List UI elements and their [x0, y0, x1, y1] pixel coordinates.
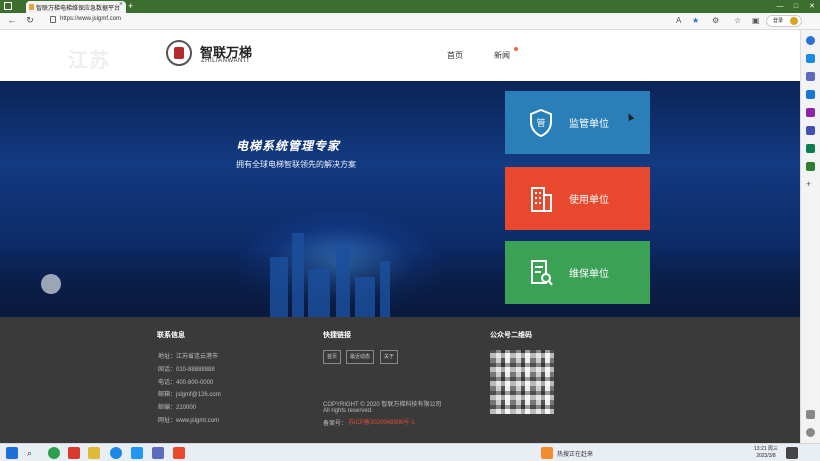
games-icon[interactable]: [806, 108, 815, 117]
add-icon[interactable]: +: [806, 180, 815, 189]
contact-address: 地址：江苏省连云港市: [158, 354, 219, 360]
contact-phone: 电话：400-800-0000: [158, 380, 214, 386]
app-icon[interactable]: [152, 447, 164, 459]
document-search-icon: [529, 259, 553, 287]
shopping-icon[interactable]: [806, 72, 815, 81]
new-tab-button[interactable]: +: [128, 1, 133, 11]
supervise-unit-button[interactable]: 管 监管单位: [505, 91, 650, 154]
contact-title: 联系信息: [157, 332, 185, 339]
building: [270, 257, 288, 317]
avatar: [790, 17, 798, 25]
web-page: 江苏 智联万梯 ZHILIANWANTI 首页 新闻 电梯系统管理专家 拥有全球…: [0, 30, 800, 443]
clock-time: 13:21 周三: [754, 446, 778, 452]
notification-icon[interactable]: [786, 447, 798, 459]
icp-link[interactable]: 苏ICP备2020048906号-1: [348, 417, 415, 426]
discover-icon[interactable]: [806, 54, 815, 63]
tab-title: 智联万梯电梯维保应急数据平台: [36, 5, 121, 12]
rights-text: All rights reserved.: [323, 408, 373, 414]
search-icon[interactable]: [806, 36, 815, 45]
os-taskbar: ⌕ 热搜正在赶来 13:21 周三 2023/3/8: [0, 443, 820, 461]
app-icon[interactable]: [48, 447, 60, 459]
lock-icon[interactable]: [50, 16, 56, 23]
extensions-icon[interactable]: ⚙: [712, 16, 719, 25]
app-icon[interactable]: [131, 447, 143, 459]
browser-tab[interactable]: 智联万梯电梯维保应急数据平台 ×: [26, 1, 126, 13]
address-toolbar: ← ↻ https://www.jslgmf.com A ★ ⚙ ☆ ▣ 登录: [0, 13, 820, 30]
logo-subtext: ZHILIANWANTI: [201, 58, 250, 64]
gear-icon[interactable]: [806, 428, 815, 437]
window-controls: — □ ✕: [772, 0, 820, 13]
close-window-button[interactable]: ✕: [804, 0, 820, 13]
collections-icon[interactable]: ▣: [752, 16, 760, 25]
start-icon[interactable]: [6, 447, 18, 459]
footer-link-news[interactable]: 最近动态: [346, 350, 375, 364]
weather-text[interactable]: 热搜正在赶来: [557, 449, 593, 458]
floating-orb: [41, 274, 61, 294]
footer-link-home[interactable]: 首页: [323, 350, 342, 364]
maximize-button[interactable]: □: [788, 0, 804, 13]
contact-email: 邮箱：jslgmf@126.com: [158, 392, 221, 398]
logo-emblem-icon: [166, 40, 192, 66]
building: [380, 261, 390, 317]
use-unit-label: 使用单位: [569, 195, 609, 206]
hero-title: 电梯系统管理专家: [236, 139, 341, 153]
site-header: 江苏 智联万梯 ZHILIANWANTI 首页 新闻: [0, 30, 800, 81]
sidebar-settings-icon[interactable]: [806, 410, 815, 419]
building: [355, 277, 375, 317]
tab-close-icon[interactable]: ×: [119, 1, 123, 8]
icp-label: 备案号：: [323, 421, 348, 427]
read-aloud-icon[interactable]: A: [676, 16, 681, 25]
browser-sidebar: +: [800, 30, 820, 443]
nav-home-link[interactable]: 首页: [447, 50, 463, 61]
maintenance-unit-label: 维保单位: [569, 269, 609, 280]
nav-news-link[interactable]: 新闻: [494, 50, 510, 61]
building: [308, 269, 330, 317]
minimize-button[interactable]: —: [772, 0, 788, 13]
hero-banner: 电梯系统管理专家 拥有全球电梯智联领先的解决方案 管 监管单位 使用单位 维保单…: [0, 81, 800, 317]
app-icon[interactable]: [173, 447, 185, 459]
search-taskbar-icon[interactable]: ⌕: [27, 447, 39, 459]
back-arrow-icon[interactable]: ←: [6, 15, 18, 25]
favorite-star-icon[interactable]: ★: [692, 16, 699, 25]
use-unit-button[interactable]: 使用单位: [505, 167, 650, 230]
watermark-text: 江苏: [68, 50, 110, 72]
contact-website: 网址：www.jslgmt.com: [158, 418, 220, 424]
contact-phone-fixed: 固话：010-88888888: [158, 367, 215, 373]
tab-actions-icon[interactable]: [4, 2, 12, 10]
shield-char: 管: [536, 118, 546, 128]
qr-code-image: [490, 350, 554, 414]
tools-icon[interactable]: [806, 90, 815, 99]
quick-links-title: 快捷链接: [323, 332, 351, 339]
site-footer: 联系信息 地址：江苏省连云港市 固话：010-88888888 电话：400-8…: [0, 317, 800, 443]
signin-label: 登录: [773, 18, 784, 24]
hero-subtitle: 拥有全球电梯智联领先的解决方案: [236, 160, 356, 169]
favorites-icon[interactable]: ☆: [734, 16, 741, 25]
app-icon[interactable]: [68, 447, 80, 459]
signin-button[interactable]: 登录: [766, 15, 802, 27]
supervise-unit-label: 监管单位: [569, 119, 609, 130]
clock[interactable]: 13:21 周三 2023/3/8: [754, 446, 778, 460]
news-icon[interactable]: [541, 447, 553, 459]
outlook-icon[interactable]: [806, 144, 815, 153]
contact-postcode: 邮编：210000: [158, 405, 197, 411]
maintenance-unit-button[interactable]: 维保单位: [505, 241, 650, 304]
building: [292, 233, 304, 317]
edge-icon[interactable]: [110, 447, 122, 459]
url-field[interactable]: https://www.jslgmf.com: [60, 16, 121, 22]
building-icon: [529, 185, 553, 213]
browser-tab-strip: 智联万梯电梯维保应急数据平台 × + — □ ✕: [0, 0, 820, 13]
news-badge: [514, 47, 518, 51]
city-skyline: [0, 247, 800, 317]
qr-title: 公众号二维码: [490, 332, 532, 339]
office-icon[interactable]: [806, 126, 815, 135]
folder-icon[interactable]: [88, 447, 100, 459]
copyright-text: COPYRIGHT © 2020 智联万梯科技有限公司: [323, 402, 442, 408]
drop-icon[interactable]: [806, 162, 815, 171]
site-favicon-icon: [29, 4, 34, 10]
refresh-icon[interactable]: ↻: [24, 15, 36, 26]
clock-date: 2023/3/8: [756, 453, 776, 459]
footer-link-about[interactable]: 关于: [380, 350, 399, 364]
building: [336, 247, 350, 317]
